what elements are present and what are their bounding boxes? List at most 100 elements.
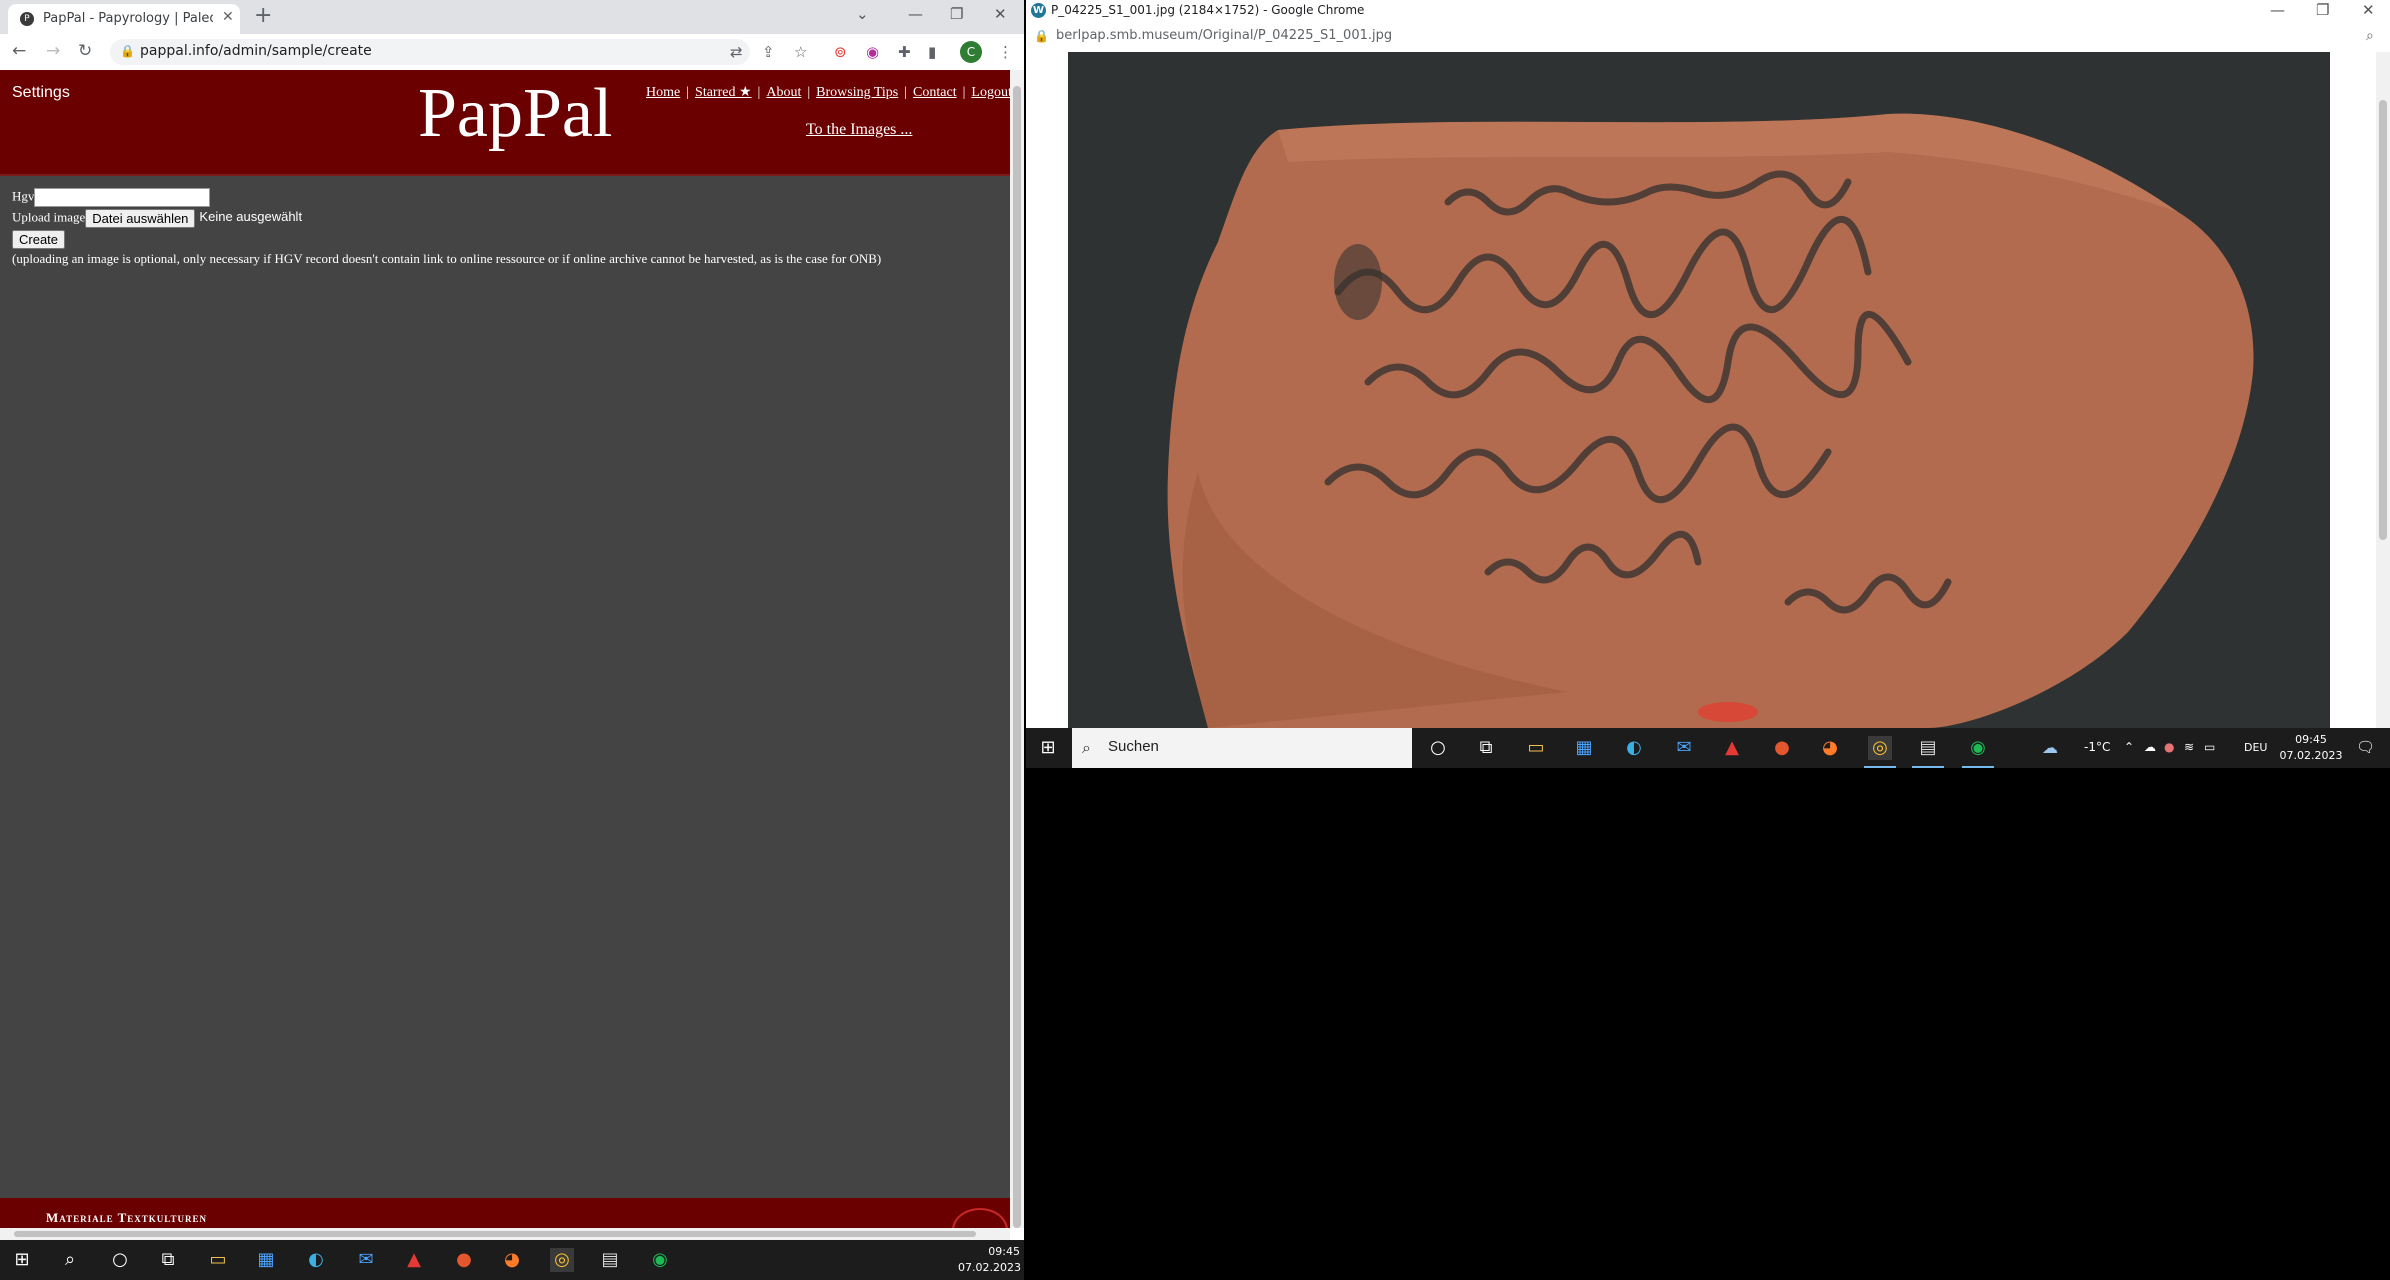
translate-icon[interactable]: ⇄	[730, 43, 743, 61]
weather-temperature[interactable]: -1°C	[2084, 740, 2110, 754]
image-vertical-scrollbar[interactable]	[2376, 52, 2390, 728]
tab-strip: P PapPal - Papyrology | Paleography ✕ + …	[0, 0, 1024, 34]
nav-browsing-tips[interactable]: Browsing Tips	[816, 85, 898, 100]
language-indicator[interactable]: DEU	[2244, 741, 2267, 754]
close-window-button[interactable]: ✕	[2362, 1, 2375, 19]
image-address-bar[interactable]: 🔒 berlpap.smb.museum/Original/P_04225_S1…	[1026, 22, 2390, 53]
clock-date: 07.02.2023	[958, 1261, 1021, 1274]
settings-link[interactable]: Settings	[12, 84, 70, 102]
restore-button[interactable]: ❐	[2316, 1, 2329, 19]
hgv-input[interactable]	[34, 188, 211, 207]
profile-avatar[interactable]: C	[960, 41, 982, 63]
forward-arrow-icon[interactable]: →	[46, 41, 60, 61]
task-view-icon[interactable]: ⧉	[1474, 736, 1498, 760]
share-icon[interactable]: ⇪	[762, 43, 775, 61]
edge-icon[interactable]: ◐	[1622, 736, 1646, 760]
create-button[interactable]: Create	[12, 230, 66, 249]
right-taskbar: ⊞ ⌕ Suchen ○ ⧉ ▭ ▦ ◐ ✉ ▲ ● ◕ ◎ ▤ ◉ ☁ -1°…	[1026, 728, 2390, 768]
file-explorer-icon[interactable]: ▭	[206, 1248, 230, 1272]
taskbar-clock[interactable]: 09:45 07.02.2023	[958, 1244, 1021, 1276]
weather-cloud-icon[interactable]: ☁	[2042, 738, 2058, 757]
file-explorer-icon[interactable]: ▭	[1524, 736, 1548, 760]
cortana-icon[interactable]: ○	[108, 1248, 132, 1272]
firefox-icon[interactable]: ◕	[500, 1248, 524, 1272]
notification-icon[interactable]: 🗨	[2356, 738, 2375, 756]
onedrive-icon[interactable]: ☁	[2144, 740, 2156, 754]
image-url-text: berlpap.smb.museum/Original/P_04225_S1_0…	[1056, 28, 1393, 43]
search-icon[interactable]: ⌕	[58, 1248, 82, 1272]
vertical-scroll-thumb[interactable]	[1013, 86, 1021, 1228]
extension-purple-icon[interactable]: ◉	[866, 43, 879, 61]
windows-start-icon[interactable]: ⊞	[10, 1248, 34, 1272]
upload-note: (uploading an image is optional, only ne…	[12, 251, 882, 266]
spotify-icon[interactable]: ◉	[1966, 736, 1990, 760]
search-placeholder: Suchen	[1108, 738, 1159, 755]
windows-start-icon[interactable]: ⊞	[1036, 736, 1060, 760]
wifi-icon[interactable]: ≋	[2184, 740, 2194, 754]
edge-icon[interactable]: ◐	[304, 1248, 328, 1272]
nav-contact[interactable]: Contact	[913, 85, 957, 100]
reload-icon[interactable]: ↻	[78, 41, 92, 61]
tab-pappal[interactable]: P PapPal - Papyrology | Paleography ✕	[8, 4, 240, 34]
firefox-icon[interactable]: ◕	[1818, 736, 1842, 760]
mail-icon[interactable]: ✉	[354, 1248, 378, 1272]
ostracon-photo[interactable]	[1068, 52, 2330, 728]
clock-time: 09:45	[988, 1245, 1020, 1258]
spotify-icon[interactable]: ◉	[648, 1248, 672, 1272]
powerpoint-icon[interactable]: ●	[452, 1248, 476, 1272]
lock-icon: 🔒	[1034, 29, 1049, 43]
cortana-icon[interactable]: ○	[1426, 736, 1450, 760]
pappal-logo: PapPal	[418, 75, 613, 152]
tab-search-chevron-icon[interactable]: ⌄	[856, 5, 869, 23]
horizontal-scroll-thumb[interactable]	[14, 1231, 976, 1237]
window-app-icon[interactable]: ▤	[1916, 736, 1940, 760]
horizontal-scrollbar[interactable]	[0, 1228, 1010, 1240]
address-bar-row: ← → ↻ 🔒 pappal.info/admin/sample/create …	[0, 34, 1024, 71]
chrome-icon[interactable]: ◎	[1868, 736, 1892, 760]
chrome-icon[interactable]: ◎	[550, 1248, 574, 1272]
minimize-button[interactable]: —	[908, 5, 923, 23]
nav-logout[interactable]: Logout	[971, 85, 1010, 100]
to-the-images-link[interactable]: To the Images ...	[806, 121, 912, 139]
task-view-icon[interactable]: ⧉	[156, 1248, 180, 1272]
acrobat-icon[interactable]: ▲	[402, 1248, 426, 1272]
battery-icon[interactable]: ▭	[2204, 740, 2215, 754]
bookmark-star-icon[interactable]: ☆	[794, 43, 807, 61]
menu-kebab-icon[interactable]: ⋮	[998, 43, 1013, 61]
back-arrow-icon[interactable]: ←	[12, 41, 26, 61]
choose-file-button[interactable]: Datei auswählen	[85, 209, 196, 228]
extension-red-icon[interactable]: ⊚	[834, 43, 847, 61]
side-panel-icon[interactable]: ▮	[928, 43, 936, 61]
new-tab-button[interactable]: +	[254, 3, 272, 28]
store-icon[interactable]: ▦	[1572, 736, 1596, 760]
close-tab-icon[interactable]: ✕	[222, 9, 234, 25]
omnibox[interactable]: 🔒 pappal.info/admin/sample/create	[110, 39, 750, 65]
footer-logo-circle	[952, 1208, 1008, 1228]
store-icon[interactable]: ▦	[254, 1248, 278, 1272]
restore-button[interactable]: ❐	[950, 5, 963, 23]
pappal-page: Settings PapPal Home | Starred ★ | About | Bro…	[0, 70, 1010, 1228]
clock-time: 09:45	[2295, 733, 2327, 746]
powerpoint-icon[interactable]: ●	[1770, 736, 1794, 760]
tray-app-icon[interactable]: ●	[2164, 740, 2174, 754]
upload-image-label: Upload image	[12, 209, 86, 225]
zoom-icon[interactable]: ⌕	[2366, 28, 2374, 44]
nav-about[interactable]: About	[766, 85, 801, 100]
url-text: pappal.info/admin/sample/create	[140, 43, 372, 59]
nav-home[interactable]: Home	[646, 85, 680, 100]
vertical-scrollbar[interactable]	[1010, 70, 1024, 1228]
image-window-title: P_04225_S1_001.jpg (2184×1752) - Google …	[1051, 3, 1365, 17]
acrobat-icon[interactable]: ▲	[1720, 736, 1744, 760]
tray-chevron-icon[interactable]: ⌃	[2124, 740, 2134, 754]
window-app-active-indicator	[1912, 766, 1944, 768]
nav-starred[interactable]: Starred ★	[695, 85, 751, 100]
close-window-button[interactable]: ✕	[994, 5, 1007, 23]
no-file-chosen-text: Keine ausgewählt	[199, 209, 303, 225]
taskbar-clock[interactable]: 09:45 07.02.2023	[2276, 732, 2346, 764]
extensions-puzzle-icon[interactable]: ✚	[898, 43, 911, 61]
minimize-button[interactable]: —	[2270, 1, 2285, 19]
window-app-icon[interactable]: ▤	[598, 1248, 622, 1272]
mail-icon[interactable]: ✉	[1672, 736, 1696, 760]
taskbar-search-box[interactable]: ⌕ Suchen	[1072, 728, 1412, 768]
image-scroll-thumb[interactable]	[2379, 100, 2387, 540]
